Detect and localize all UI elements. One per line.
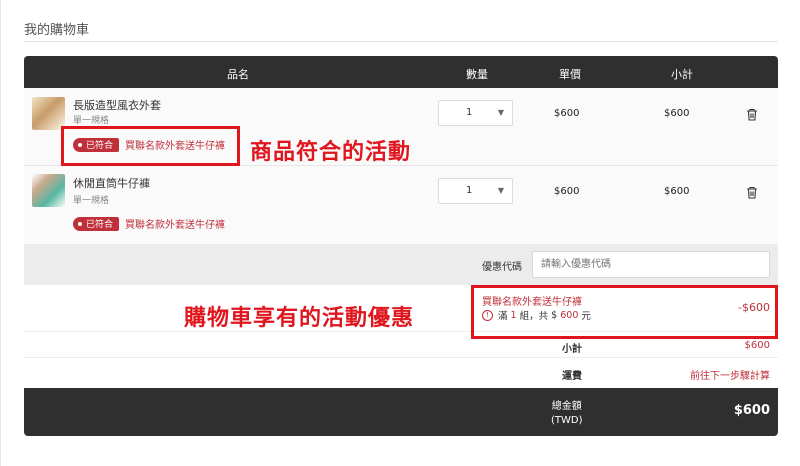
coupon-input[interactable] bbox=[532, 251, 770, 278]
product-spec: 單一規格 bbox=[73, 196, 110, 206]
product-spec: 單一規格 bbox=[73, 116, 110, 126]
subtotal-label: 小計 bbox=[562, 344, 582, 355]
total-bar: 總金額 (TWD) $600 bbox=[24, 388, 778, 436]
annotation-product-promo: 商品符合的活動 bbox=[250, 140, 412, 165]
promo-badge: 已符合 bbox=[73, 216, 120, 231]
chevron-down-icon: ▼ bbox=[497, 108, 504, 117]
unit-price: $600 bbox=[554, 108, 580, 119]
shipping-label: 運費 bbox=[562, 371, 582, 382]
unit-price: $600 bbox=[554, 186, 580, 197]
product-thumbnail[interactable] bbox=[32, 174, 65, 207]
annotation-box-product-promo bbox=[61, 126, 240, 166]
product-name[interactable]: 長版造型風衣外套 bbox=[73, 97, 161, 113]
quantity-select[interactable]: 1 ▼ bbox=[438, 100, 513, 126]
dot-icon bbox=[78, 221, 82, 226]
trash-icon[interactable] bbox=[746, 186, 758, 199]
item-subtotal: $600 bbox=[664, 186, 690, 197]
product-name[interactable]: 休閒直筒牛仔褲 bbox=[73, 175, 150, 191]
coupon-row: 優惠代碼 bbox=[24, 244, 778, 285]
page-title: 我的購物車 bbox=[24, 23, 90, 38]
total-label: 總金額 (TWD) bbox=[551, 401, 583, 426]
coupon-label: 優惠代碼 bbox=[482, 262, 522, 273]
cart-item-row: 休閒直筒牛仔褲 單一規格 已符合 買聯名款外套送牛仔褲 1 ▼ $600 $60… bbox=[24, 166, 778, 244]
page-left-border bbox=[0, 0, 1, 466]
annotation-box-cart-promo bbox=[471, 285, 778, 339]
table-header: 品名 數量 單價 小計 bbox=[24, 56, 778, 88]
subtotal-value: $600 bbox=[744, 340, 770, 351]
title-divider bbox=[24, 41, 778, 42]
quantity-select[interactable]: 1 ▼ bbox=[438, 178, 513, 204]
item-subtotal: $600 bbox=[664, 108, 690, 119]
total-value: $600 bbox=[733, 403, 770, 418]
header-subtotal: 小計 bbox=[671, 68, 693, 81]
header-quantity: 數量 bbox=[466, 68, 488, 81]
header-unit-price: 單價 bbox=[559, 68, 581, 81]
chevron-down-icon: ▼ bbox=[497, 186, 504, 195]
product-promo: 已符合 買聯名款外套送牛仔褲 bbox=[73, 216, 225, 231]
header-product: 品名 bbox=[227, 68, 249, 81]
divider bbox=[24, 357, 778, 358]
annotation-cart-promo: 購物車享有的活動優惠 bbox=[184, 306, 415, 331]
shipping-value: 前往下一步驟計算 bbox=[690, 371, 770, 382]
trash-icon[interactable] bbox=[746, 108, 758, 121]
promo-link[interactable]: 買聯名款外套送牛仔褲 bbox=[125, 216, 225, 231]
cart-table: 品名 數量 單價 小計 長版造型風衣外套 單一規格 已符合 買聯名款外套送牛仔褲… bbox=[24, 56, 778, 436]
